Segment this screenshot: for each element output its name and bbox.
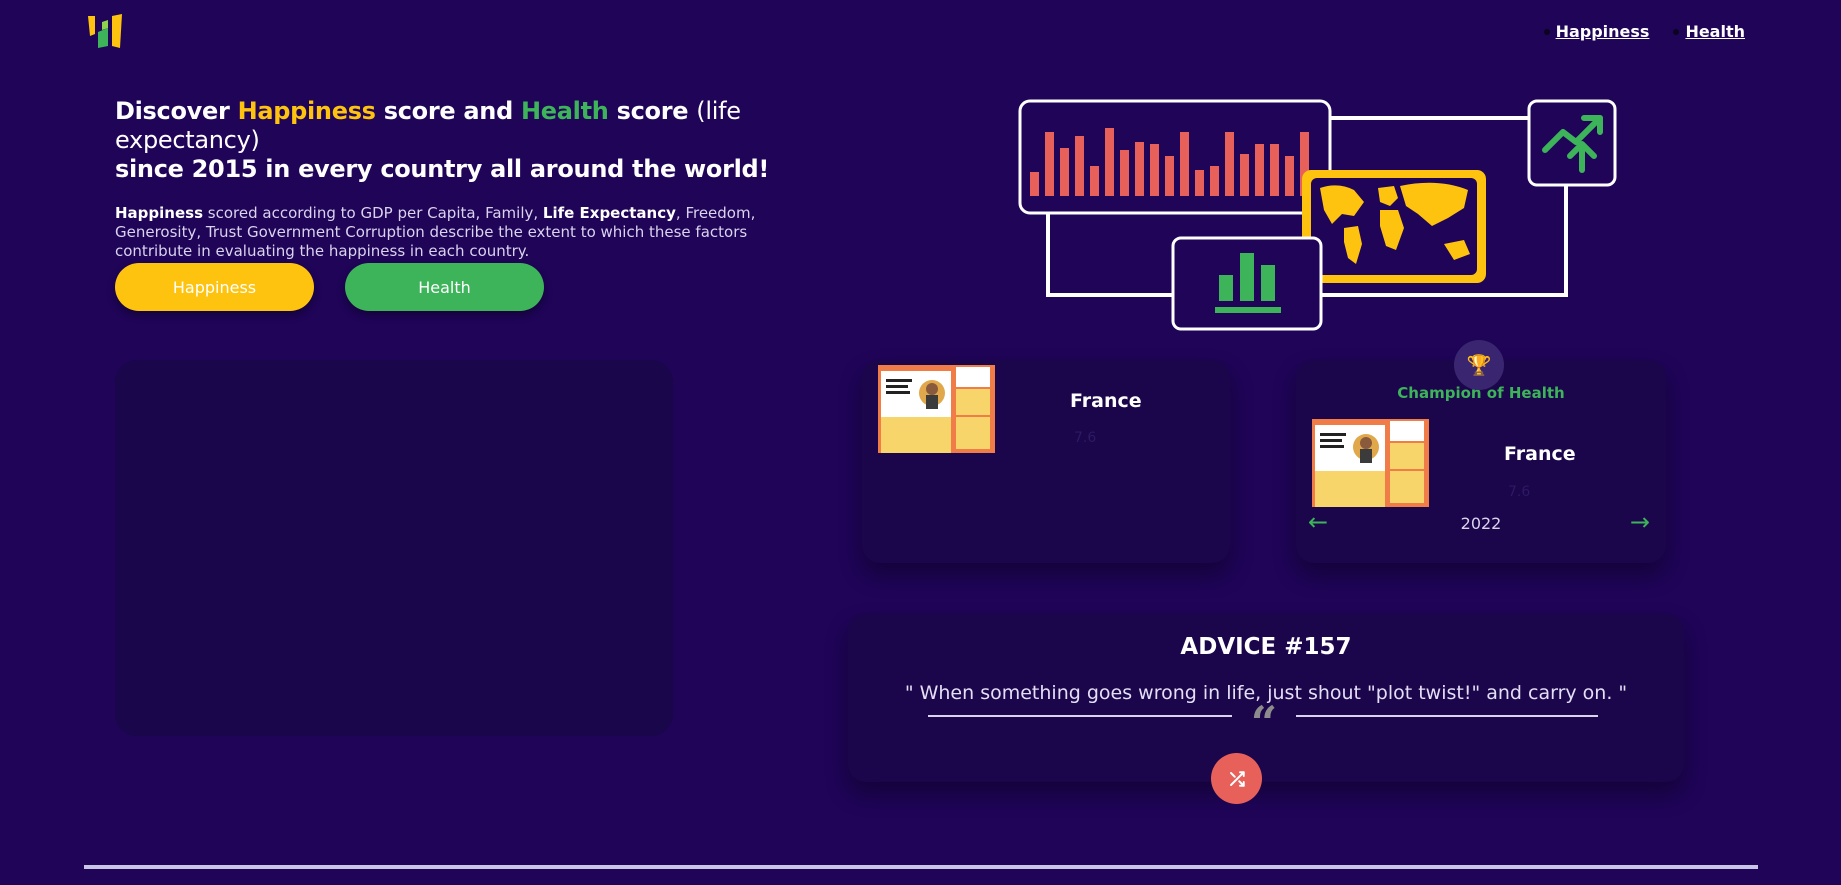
country-name: France: [1070, 390, 1142, 412]
happiness-card: France 7.6: [862, 360, 1230, 563]
health-champion-card: Champion of Health France 7.6 ← 2022 →: [1296, 360, 1666, 563]
advice-title: ADVICE #157: [1180, 634, 1352, 660]
happiness-button[interactable]: Happiness: [115, 263, 314, 311]
shuffle-icon: [1229, 770, 1245, 787]
country-name: France: [1504, 443, 1576, 465]
country-thumbnail: [1312, 419, 1429, 507]
title-text: score and: [375, 97, 522, 125]
year-label: 2022: [1460, 514, 1502, 533]
desc-text: scored according to GDP per Capita, Fami…: [203, 204, 543, 222]
divider: [928, 715, 1232, 717]
trophy-icon: 🏆: [1454, 340, 1504, 390]
bullet-icon: [1543, 28, 1550, 35]
country-score: 7.6: [1074, 430, 1097, 446]
map-panel: [115, 360, 673, 736]
hero-description: Happiness scored according to GDP per Ca…: [115, 204, 795, 261]
page-title: Discover Happiness score and Health scor…: [115, 97, 875, 184]
title-happiness: Happiness: [237, 97, 376, 125]
country-score: 7.6: [1508, 484, 1531, 500]
health-button[interactable]: Health: [345, 263, 544, 311]
desc-bold: Life Expectancy: [542, 204, 676, 222]
shuffle-button[interactable]: [1211, 753, 1262, 804]
logo-icon[interactable]: [86, 14, 128, 48]
arrow-right-icon[interactable]: →: [1630, 510, 1650, 534]
nav-item-happiness: Happiness: [1543, 22, 1650, 41]
bullet-icon: [1673, 28, 1680, 35]
title-text: Discover: [115, 97, 238, 125]
top-nav: Happiness Health: [1543, 22, 1745, 41]
nav-link-health[interactable]: Health: [1685, 22, 1745, 41]
nav-item-health: Health: [1673, 22, 1745, 41]
nav-link-happiness[interactable]: Happiness: [1556, 22, 1650, 41]
advice-card: ADVICE #157 " When something goes wrong …: [848, 614, 1684, 782]
country-thumbnail: [878, 365, 995, 453]
dashboard-illustration: [1018, 99, 1617, 331]
title-line-2: since 2015 in every country all around t…: [115, 155, 770, 183]
title-health: Health: [521, 97, 609, 125]
hero-section: Discover Happiness score and Health scor…: [115, 97, 875, 261]
footer-divider: [84, 865, 1758, 869]
quote-icon: “: [1250, 696, 1278, 750]
divider: [1296, 715, 1598, 717]
desc-bold: Happiness: [115, 204, 204, 222]
title-text: score: [608, 97, 697, 125]
